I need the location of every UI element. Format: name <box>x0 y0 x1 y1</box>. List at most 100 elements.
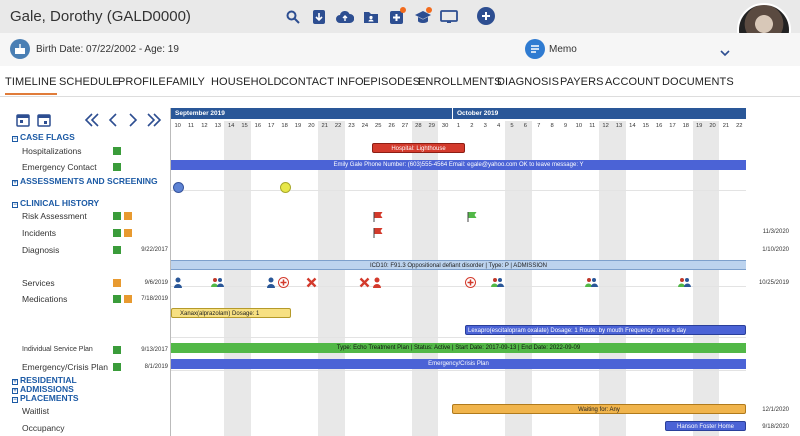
diagnosis-end-date: 1/10/2020 <box>762 247 789 253</box>
calendar-icon[interactable] <box>16 113 30 132</box>
day-number: 18 <box>281 123 288 129</box>
day-number: 19 <box>294 123 302 129</box>
service-group-icon[interactable] <box>678 275 691 293</box>
row-emergency-contact: Emergency Contact <box>22 162 97 172</box>
section-case-flags[interactable]: − CASE FLAGS <box>12 132 75 142</box>
assessment-yellow-dot-icon[interactable] <box>280 180 291 198</box>
chevron-right-icon[interactable] <box>128 113 138 132</box>
diagnosis-bar[interactable]: ICD10: F91.3 Oppositional defiant disord… <box>171 260 746 270</box>
section-placements[interactable]: − PLACEMENTS <box>12 393 79 403</box>
add-isp-button[interactable] <box>113 346 121 354</box>
chevron-down-icon[interactable] <box>720 44 730 62</box>
row-divider <box>171 190 746 191</box>
incident-red-flag-icon[interactable] <box>373 225 384 243</box>
memo-label[interactable]: Memo <box>549 44 577 55</box>
timeline-row-labels: − CASE FLAGS Hospitalizations Emergency C… <box>0 105 170 436</box>
day-number: 2 <box>470 123 474 129</box>
day-number: 12 <box>602 123 609 129</box>
birthday-cake-icon <box>10 39 30 59</box>
green-flag-icon[interactable] <box>467 209 478 227</box>
section-clinical-history[interactable]: − CLINICAL HISTORY <box>12 198 99 208</box>
service-group-icon[interactable] <box>211 275 224 293</box>
tab-bar: TIMELINE SCHEDULE PROFILE FAMILY HOUSEHO… <box>0 71 800 97</box>
section-assessments[interactable]: + ASSESSMENTS AND SCREENING <box>12 176 158 186</box>
folder-user-icon[interactable] <box>358 6 384 28</box>
isp-start-date: 9/13/2017 <box>141 347 168 353</box>
day-number: 12 <box>201 123 208 129</box>
chevron-left-icon[interactable] <box>108 113 118 132</box>
day-number: 20 <box>709 123 716 129</box>
add-diagnosis-button[interactable] <box>113 246 121 254</box>
assessment-blue-dot-icon[interactable] <box>173 180 184 198</box>
medical-plus-icon[interactable] <box>384 6 410 28</box>
end-dates-column: 11/3/2020 1/10/2020 10/25/2019 12/1/2020… <box>745 105 800 436</box>
row-medications: Medications <box>22 294 68 304</box>
tab-schedule[interactable]: SCHEDULE <box>59 76 120 88</box>
day-number: 6 <box>523 123 527 129</box>
tab-family[interactable]: FAMILY <box>166 76 205 88</box>
row-incidents: Incidents <box>22 228 57 238</box>
hospital-bar[interactable]: Hospital: Lighthouse <box>372 143 465 153</box>
tab-account[interactable]: ACCOUNT <box>605 76 660 88</box>
row-waitlist: Waitlist <box>22 406 50 416</box>
monitor-icon[interactable] <box>436 6 462 28</box>
add-risk-assessment-button[interactable] <box>113 212 121 220</box>
add-incident-button[interactable] <box>113 229 121 237</box>
tab-enrollments[interactable]: ENROLLMENTS <box>418 76 502 88</box>
tab-timeline[interactable]: TIMELINE <box>5 76 57 95</box>
service-group-icon[interactable] <box>585 275 598 293</box>
add-crisis-plan-button[interactable] <box>113 363 121 371</box>
cloud-upload-icon[interactable] <box>332 6 358 28</box>
double-chevron-left-icon[interactable] <box>84 113 100 132</box>
service-medical-icon[interactable] <box>465 275 476 293</box>
graduation-cap-icon[interactable] <box>410 6 436 28</box>
service-person-icon[interactable] <box>266 275 276 293</box>
crisis-plan-bar[interactable]: Emergency/Crisis Plan <box>171 359 746 369</box>
download-icon[interactable] <box>306 6 332 28</box>
tab-profile[interactable]: PROFILE <box>118 76 166 88</box>
edit-incident-button[interactable] <box>124 229 132 237</box>
tab-household[interactable]: HOUSEHOLD <box>211 76 282 88</box>
add-emergency-contact-button[interactable] <box>113 163 121 171</box>
memo-icon[interactable] <box>525 39 545 59</box>
waitlist-bar[interactable]: Waiting for: Any <box>452 404 746 414</box>
edit-risk-assessment-button[interactable] <box>124 212 132 220</box>
add-medication-button[interactable] <box>113 295 121 303</box>
medication-lexapro-bar[interactable]: Lexapro(escitalopram oxalate) Dosage: 1 … <box>465 325 746 335</box>
service-person-icon[interactable] <box>173 275 183 293</box>
double-chevron-right-icon[interactable] <box>146 113 162 132</box>
emergency-contact-bar[interactable]: Emily Gale Phone Number: (603)555-4564 E… <box>171 160 746 170</box>
day-number: 26 <box>388 123 395 129</box>
tab-contact-info[interactable]: CONTACT INFO <box>281 76 364 88</box>
row-services: Services <box>22 278 55 288</box>
tab-payers[interactable]: PAYERS <box>560 76 604 88</box>
medication-xanax-bar[interactable]: Xanax(alprazolam) Dosage: 1 <box>171 308 291 318</box>
tab-episodes[interactable]: EPISODES <box>363 76 420 88</box>
service-group-icon[interactable] <box>491 275 504 293</box>
day-number: 11 <box>188 123 195 129</box>
day-number: 15 <box>642 123 649 129</box>
service-person-red-icon[interactable] <box>372 275 382 293</box>
service-cancelled-x-icon[interactable] <box>359 275 370 293</box>
notification-dot <box>400 7 406 13</box>
day-number: 16 <box>254 123 262 129</box>
add-hospitalization-button[interactable] <box>113 147 121 155</box>
tab-documents[interactable]: DOCUMENTS <box>662 76 734 88</box>
day-number: 7 <box>537 123 541 129</box>
tab-diagnosis[interactable]: DIAGNOSIS <box>497 76 559 88</box>
isp-bar[interactable]: Type: Echo Treatment Plan | Status: Acti… <box>171 343 746 353</box>
day-number: 20 <box>308 123 315 129</box>
day-number: 22 <box>334 123 342 129</box>
day-number: 14 <box>629 123 636 129</box>
calendar-today-icon[interactable] <box>37 113 51 132</box>
search-icon[interactable] <box>280 6 306 28</box>
day-number: 25 <box>375 123 382 129</box>
services-end-date: 10/25/2019 <box>758 280 789 286</box>
occupancy-bar[interactable]: Hanson Foster Home <box>665 421 746 431</box>
day-number: 11 <box>589 123 596 129</box>
service-medical-icon[interactable] <box>278 275 289 293</box>
row-divider <box>171 337 746 338</box>
edit-services-button[interactable] <box>113 279 121 287</box>
service-cancelled-x-icon[interactable] <box>306 275 317 293</box>
add-circle-button[interactable] <box>477 7 495 25</box>
